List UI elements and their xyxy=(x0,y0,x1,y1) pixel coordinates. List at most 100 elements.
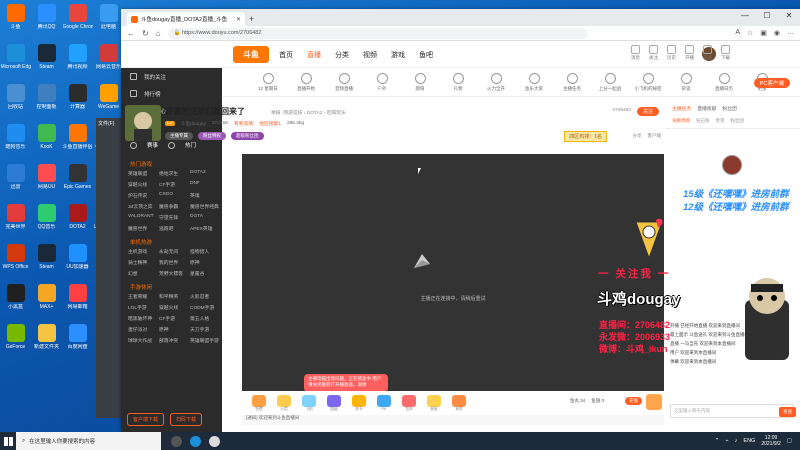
desktop-icon[interactable]: DOTA2 xyxy=(62,202,93,242)
gift-item[interactable]: 火箭 xyxy=(273,394,295,412)
chat-input[interactable]: 这里输入聊天内容 xyxy=(670,404,794,418)
desktop-icon[interactable]: QQ音乐 xyxy=(31,202,62,242)
game-link[interactable]: 原神 xyxy=(190,259,221,266)
follow-button[interactable]: 关注 xyxy=(636,107,659,116)
nav-item[interactable]: 首页 xyxy=(279,50,293,60)
desktop-icon[interactable]: 新建文件夹 xyxy=(31,322,62,362)
game-link[interactable]: 炉石传说 xyxy=(128,192,159,199)
game-link[interactable]: 绝地求生 xyxy=(159,170,190,177)
desktop-icon[interactable]: Steam xyxy=(31,42,62,82)
game-link[interactable]: 永劫无间 xyxy=(159,248,190,255)
desktop-icon[interactable]: 网易云音乐 xyxy=(93,42,124,82)
rank-box[interactable]: 四区鸡排：1名 xyxy=(564,131,607,142)
category-item[interactable]: 礼物 xyxy=(439,72,477,92)
game-link[interactable]: 英雄联盟 xyxy=(128,170,159,177)
douyu-logo[interactable]: 斗鱼 xyxy=(233,46,269,63)
desktop-icon[interactable]: 控制面板 xyxy=(31,82,62,122)
gift-item[interactable]: 办卡 xyxy=(348,394,370,412)
back-icon[interactable]: ← xyxy=(127,29,135,38)
nav-item[interactable]: 直播 xyxy=(307,50,321,60)
desktop-icon[interactable]: 斗鱼 xyxy=(0,2,31,42)
right-top-tab[interactable]: 主播任务 xyxy=(672,105,691,112)
guess-link[interactable]: 有奖竞猜 xyxy=(234,120,253,127)
task-view-icon[interactable] xyxy=(171,435,182,447)
header-user-button[interactable]: 开播 xyxy=(685,45,694,61)
game-link[interactable]: 火影忍者 xyxy=(190,293,221,300)
game-link[interactable]: DOTA2 xyxy=(190,170,221,177)
desktop-icon[interactable]: WPS Office xyxy=(0,242,31,282)
gift-item[interactable]: 飞机 xyxy=(298,394,320,412)
category-item[interactable]: 直播开始 xyxy=(287,72,325,92)
anchor-avatar[interactable] xyxy=(125,105,161,141)
more-menu-icon[interactable]: … xyxy=(787,29,794,37)
game-link[interactable]: 3d云顶之弈 xyxy=(128,203,159,210)
gift-item[interactable]: 星星 xyxy=(423,394,445,412)
gift-item[interactable]: 超级 xyxy=(323,394,345,412)
read-aloud-icon[interactable]: A xyxy=(735,29,740,37)
game-link[interactable]: CF手游 xyxy=(159,315,190,322)
pc-client-button[interactable]: PC客户端 xyxy=(753,78,790,88)
desktop-icon[interactable]: UU加速器 xyxy=(62,242,93,282)
cortana-icon[interactable] xyxy=(209,435,220,447)
game-link[interactable]: 逃跑吧 xyxy=(159,225,190,232)
edge-icon[interactable] xyxy=(190,435,201,447)
desktop-icon[interactable]: Steam xyxy=(31,242,62,282)
desktop-icon[interactable]: 斗鱼直播伴侣 xyxy=(62,122,93,162)
game-link[interactable]: 天刀手游 xyxy=(190,326,221,333)
header-user-button[interactable]: 下载 xyxy=(721,45,730,61)
game-link[interactable]: 球球大作战 xyxy=(128,337,159,344)
anchor-name[interactable]: 斗鱼dougay xyxy=(181,120,206,127)
category-item[interactable]: 直播日历 xyxy=(705,72,743,92)
gift-item[interactable]: PK xyxy=(373,395,395,411)
notification-icon[interactable]: ▢ xyxy=(787,438,792,444)
category-item[interactable]: 颜值 xyxy=(401,72,439,92)
desktop-icon[interactable]: 百度网盘 xyxy=(62,322,93,362)
language-indicator[interactable]: ENG xyxy=(743,438,755,444)
game-link[interactable]: 魔兽争霸 xyxy=(159,203,190,210)
game-link[interactable]: 蛋仔派对 xyxy=(128,326,159,333)
report-link[interactable]: 举报 xyxy=(271,111,281,116)
game-link[interactable]: 第五人格 xyxy=(190,315,221,322)
game-link[interactable]: 穿越火线 xyxy=(128,181,159,188)
desktop-icon[interactable]: 小黑盒 xyxy=(0,282,31,322)
desktop-icon[interactable]: 酷狗音乐 xyxy=(0,122,31,162)
game-link[interactable]: 英雄联盟手游 xyxy=(190,337,221,344)
game-link[interactable]: 主机游戏 xyxy=(128,248,159,255)
right-tab[interactable]: 粉丝团 xyxy=(731,118,745,124)
left-menu-item[interactable]: 排行榜 xyxy=(121,85,222,102)
room-tag[interactable]: 超级粉丝团 xyxy=(231,132,264,140)
game-link[interactable]: 原神 xyxy=(159,326,190,333)
game-link[interactable]: 穿越火线 xyxy=(159,304,190,311)
gift-item[interactable]: 包年 xyxy=(398,394,420,412)
profile-icon[interactable]: ◉ xyxy=(774,29,780,37)
game-link[interactable]: APEX英雄 xyxy=(190,225,221,232)
start-button[interactable] xyxy=(0,432,16,450)
nav-item[interactable]: 视频 xyxy=(363,50,377,60)
header-user-button[interactable]: 历史 xyxy=(667,45,676,61)
desktop-icon[interactable]: 计算器 xyxy=(62,82,93,122)
new-tab-button[interactable]: + xyxy=(249,12,254,26)
taskbar-search[interactable]: ⌕ 在这里输入你要搜索的内容 xyxy=(16,432,161,450)
game-link[interactable]: CODM手游 xyxy=(190,304,221,311)
category-item[interactable]: 户外 xyxy=(363,72,401,92)
game-link[interactable]: CSGO xyxy=(159,192,190,199)
category-item[interactable]: 火力全开 xyxy=(477,72,515,92)
desktop-icon[interactable]: 完美世界 xyxy=(0,202,31,242)
game-link[interactable]: 魔兽世界经典 xyxy=(190,203,221,210)
share-button[interactable]: 分享 xyxy=(633,133,642,139)
minimize-button[interactable]: — xyxy=(734,9,756,22)
category-path[interactable]: 网游竞技 › DOTA2 › 吃喝玩乐 xyxy=(283,111,346,116)
desktop-icon[interactable]: Microsoft Edge xyxy=(0,42,31,82)
header-user-button[interactable]: 关注 xyxy=(649,45,658,61)
clock[interactable]: 12:09 2021/9/2 xyxy=(761,435,780,447)
game-link[interactable]: 骑士精神 xyxy=(128,259,159,266)
game-link[interactable]: 魔兽世界 xyxy=(128,225,159,232)
game-link[interactable]: VALORANT xyxy=(128,214,159,221)
browser-tab[interactable]: 斗鱼dougay直播_DOTA2直播_斗鱼 ✕ xyxy=(127,12,245,26)
nav-item[interactable]: 鱼吧 xyxy=(419,50,433,60)
category-item[interactable]: 12 星期日 xyxy=(249,72,287,92)
desktop-icon[interactable]: Google Chrome xyxy=(62,2,93,42)
client-button[interactable]: 客户端 xyxy=(648,133,662,139)
game-link[interactable]: 部落冲突 xyxy=(159,337,190,344)
game-link[interactable]: 英魂 xyxy=(190,192,221,199)
